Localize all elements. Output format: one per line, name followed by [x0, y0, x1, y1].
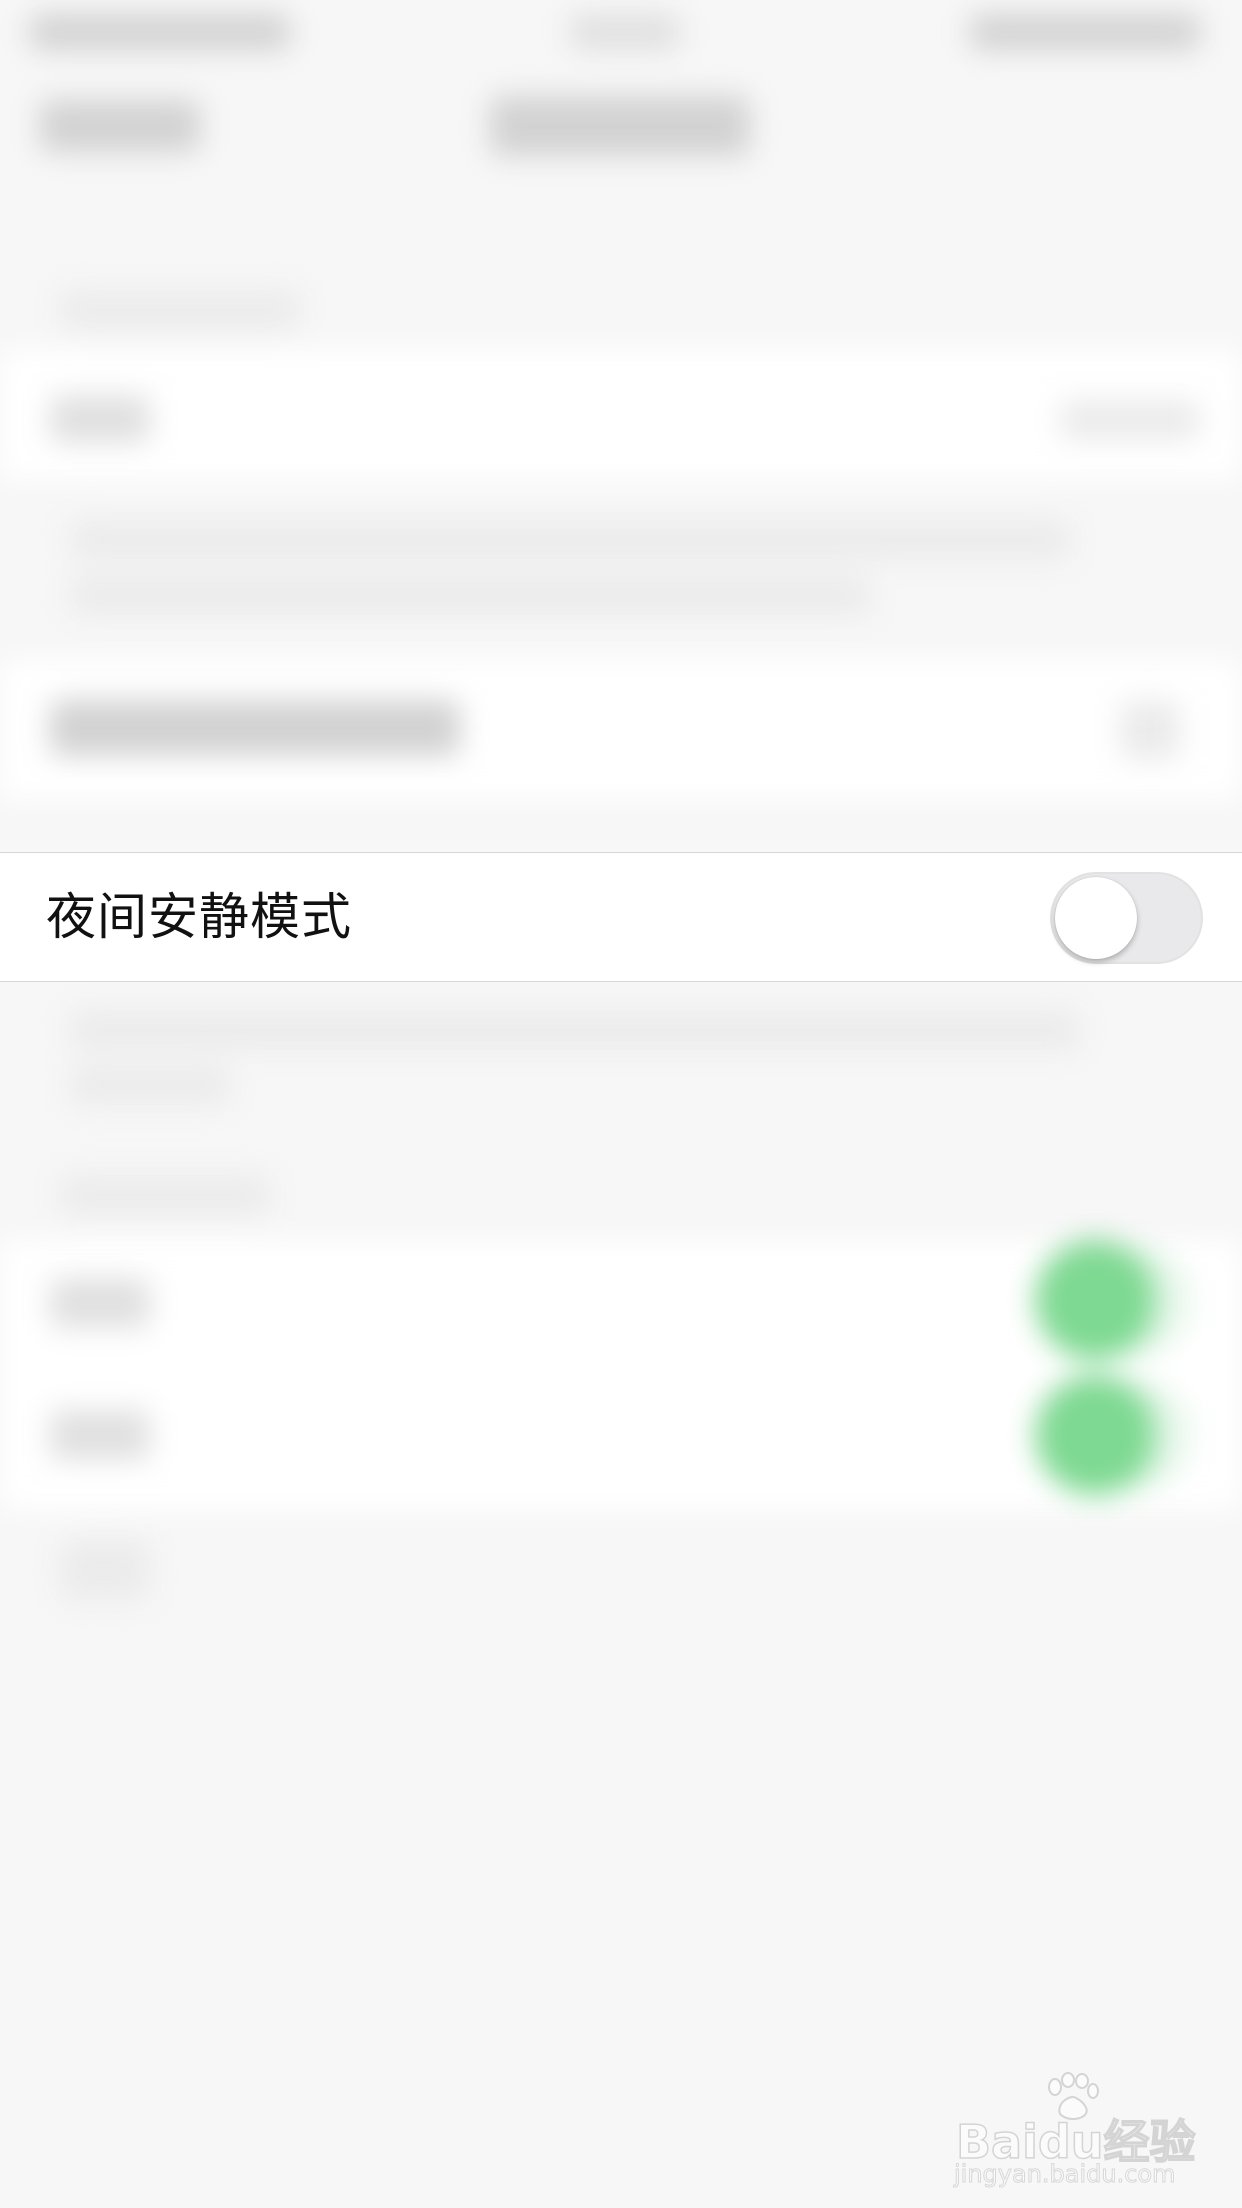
toggle-knob [1055, 877, 1137, 959]
faint-label [60, 1540, 150, 1600]
toggle-on[interactable] [1035, 1375, 1155, 1495]
section-header [60, 1175, 270, 1215]
nav-title [490, 96, 750, 156]
cell-label [50, 1410, 150, 1460]
footer-note-line [70, 520, 1070, 560]
footer-note-line [70, 1065, 230, 1105]
night-quiet-mode-row[interactable]: 夜间安静模式 [0, 852, 1242, 982]
baidu-jingyan-watermark: Baidu经验 jingyan.baidu.com [950, 2072, 1196, 2189]
chevron-right-icon [1120, 700, 1180, 760]
cell-row[interactable] [0, 350, 1242, 480]
toggle-on[interactable] [1035, 1240, 1155, 1360]
cell-label [50, 395, 150, 443]
nav-back-button[interactable] [40, 100, 200, 152]
screen: { "settings_row": { "label": "夜间安静模式", "… [0, 0, 1242, 2208]
status-bar-time [570, 14, 680, 50]
footer-note-line [70, 575, 870, 615]
watermark-url: jingyan.baidu.com [953, 2160, 1176, 2189]
night-quiet-mode-toggle[interactable] [1050, 872, 1203, 964]
footer-note-line [70, 1010, 1080, 1050]
cell-label [50, 700, 460, 756]
blurred-background [0, 0, 1242, 2208]
section-header [60, 290, 300, 330]
status-bar-right [970, 14, 1200, 50]
cell-value [1060, 400, 1200, 440]
cell-label [50, 1278, 150, 1328]
status-bar-left [30, 14, 290, 50]
night-quiet-mode-label: 夜间安静模式 [46, 888, 352, 946]
